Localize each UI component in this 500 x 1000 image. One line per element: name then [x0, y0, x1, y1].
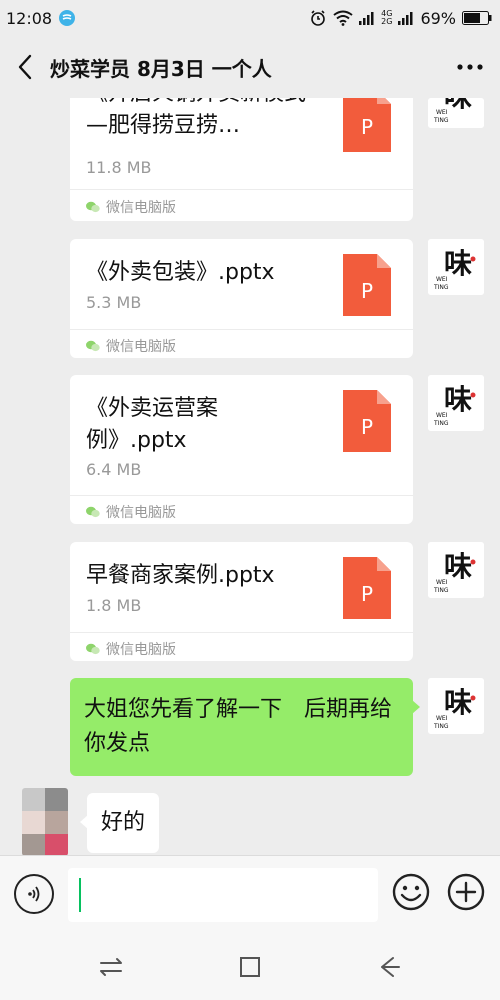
- svg-text:TING: TING: [433, 284, 449, 291]
- file-divider: [70, 495, 413, 496]
- file-message-2[interactable]: 《外卖包装》.pptx 5.3 MB P 微信电脑版: [70, 239, 413, 358]
- file-source-label: 微信电脑版: [106, 339, 176, 355]
- more-dots-icon: [457, 64, 483, 70]
- chat-title: 炒菜学员 8月3日 一个人: [50, 56, 272, 81]
- svg-text:味: 味: [444, 247, 472, 280]
- file-size: 6.4 MB: [86, 460, 142, 479]
- svg-text:TING: TING: [433, 117, 449, 124]
- my-avatar[interactable]: 味 WEI TING: [428, 375, 484, 431]
- file-divider: [70, 329, 413, 330]
- back-nav-icon[interactable]: [373, 951, 405, 983]
- svg-text:味: 味: [444, 686, 472, 719]
- status-right: 4G 2G 69%: [309, 9, 492, 28]
- ppt-file-icon: P: [343, 98, 391, 152]
- file-source: 微信电脑版: [86, 639, 176, 659]
- ppt-file-icon: P: [343, 557, 391, 619]
- svg-text:TING: TING: [433, 587, 449, 594]
- file-title: 《外卖运营案例》.pptx: [86, 396, 219, 453]
- file-source: 微信电脑版: [86, 336, 176, 356]
- blurred-avatar-icon: [22, 788, 68, 855]
- status-bar: 12:08 4G 2G 69%: [0, 0, 500, 36]
- svg-text:WEI: WEI: [436, 579, 448, 586]
- file-source-label: 微信电脑版: [106, 200, 176, 216]
- received-text-bubble[interactable]: 好的: [79, 793, 160, 853]
- chat-area[interactable]: 《开启火锅外卖新模式—肥得捞豆捞… 11.8 MB P 微信电脑版 味 WEI …: [0, 98, 500, 855]
- wechat-icon: [86, 340, 100, 352]
- file-title: 《开启火锅外卖新模式—肥得捞豆捞…: [86, 98, 306, 138]
- wechat-icon: [86, 506, 100, 518]
- my-avatar[interactable]: 味 WEI TING: [428, 678, 484, 734]
- chevron-left-icon: [18, 54, 32, 80]
- weiting-logo-icon: 味 WEI TING: [428, 678, 484, 734]
- file-source-label: 微信电脑版: [106, 505, 176, 521]
- file-size: 11.8 MB: [86, 158, 152, 177]
- file-message-1[interactable]: 《开启火锅外卖新模式—肥得捞豆捞… 11.8 MB P 微信电脑版: [70, 98, 413, 221]
- svg-text:WEI: WEI: [436, 276, 448, 283]
- file-source-label: 微信电脑版: [106, 642, 176, 658]
- app-notification-icon: [59, 10, 76, 26]
- my-avatar[interactable]: 味 WEI TING: [428, 239, 484, 295]
- svg-text:TING: TING: [433, 723, 449, 730]
- file-message-3[interactable]: 《外卖运营案例》.pptx 6.4 MB P 微信电脑版: [70, 375, 413, 524]
- wechat-icon: [86, 643, 100, 655]
- system-navigation-bar: [0, 935, 500, 1000]
- battery-icon: [462, 11, 492, 25]
- sent-text-bubble[interactable]: 大姐您先看了解一下 后期再给你发点: [70, 678, 420, 776]
- wechat-icon: [86, 201, 100, 213]
- file-divider: [70, 189, 413, 190]
- weiting-logo-icon: 味 WEI TING: [428, 98, 484, 128]
- chat-header: 炒菜学员 8月3日 一个人: [0, 36, 500, 98]
- status-left: 12:08: [6, 9, 76, 28]
- svg-text:WEI: WEI: [436, 412, 448, 419]
- file-size: 5.3 MB: [86, 293, 142, 312]
- svg-text:味: 味: [444, 383, 472, 416]
- ppt-icon-letter: P: [361, 415, 373, 439]
- my-avatar[interactable]: 味 WEI TING: [428, 542, 484, 598]
- ppt-icon-letter: P: [361, 115, 373, 139]
- weiting-logo-icon: 味 WEI TING: [428, 239, 484, 295]
- more-options-button[interactable]: [440, 36, 500, 98]
- battery-percent: 69%: [420, 8, 456, 28]
- network-type: 4G 2G: [381, 10, 392, 26]
- my-avatar[interactable]: 味 WEI TING: [428, 98, 484, 128]
- ppt-icon-letter: P: [361, 279, 373, 303]
- svg-text:TING: TING: [433, 420, 449, 427]
- ppt-icon-letter: P: [361, 582, 373, 606]
- signal-bars-icon: [359, 12, 374, 25]
- voice-input-button[interactable]: [14, 874, 54, 914]
- emoji-button[interactable]: [391, 872, 431, 912]
- file-divider: [70, 632, 413, 633]
- svg-text:WEI: WEI: [436, 109, 448, 116]
- wifi-icon: [333, 10, 353, 26]
- file-source: 微信电脑版: [86, 197, 176, 217]
- ppt-file-icon: P: [343, 254, 391, 316]
- weiting-logo-icon: 味 WEI TING: [428, 375, 484, 431]
- status-time: 12:08: [6, 8, 53, 28]
- network-type-bottom: 2G: [381, 17, 393, 26]
- alarm-icon: [311, 10, 325, 26]
- contact-avatar[interactable]: [22, 788, 68, 855]
- recent-apps-icon[interactable]: [95, 951, 127, 983]
- svg-text:WEI: WEI: [436, 715, 448, 722]
- input-bar: [0, 855, 500, 935]
- weiting-logo-icon: 味 WEI TING: [428, 542, 484, 598]
- voice-icon: [28, 886, 40, 902]
- file-title: 早餐商家案例.pptx: [86, 563, 275, 588]
- home-icon[interactable]: [234, 951, 266, 983]
- more-functions-button[interactable]: [446, 872, 486, 912]
- svg-text:味: 味: [444, 550, 472, 583]
- ppt-file-icon: P: [343, 390, 391, 452]
- file-message-4[interactable]: 早餐商家案例.pptx 1.8 MB P 微信电脑版: [70, 542, 413, 661]
- file-title: 《外卖包装》.pptx: [86, 260, 275, 285]
- file-source: 微信电脑版: [86, 502, 176, 522]
- signal-bars-icon-2: [398, 12, 413, 25]
- file-size: 1.8 MB: [86, 596, 142, 615]
- text-caret: [79, 878, 81, 912]
- message-input[interactable]: [68, 868, 378, 922]
- back-button[interactable]: [0, 36, 50, 98]
- svg-text:味: 味: [444, 98, 472, 113]
